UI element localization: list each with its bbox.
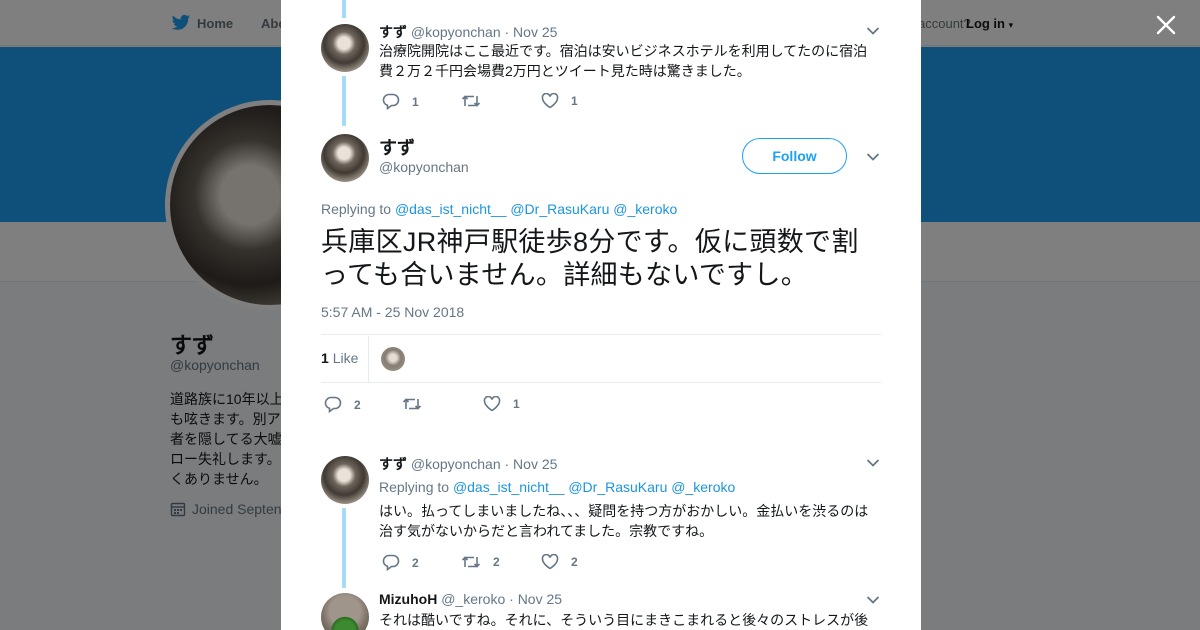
divider bbox=[321, 382, 881, 383]
thread-line bbox=[342, 0, 346, 18]
mention-link[interactable]: @Dr_RasuKaru bbox=[510, 201, 609, 217]
replying-to: Replying to @das_ist_nicht__ @Dr_RasuKar… bbox=[379, 479, 735, 495]
tweet-date[interactable]: · Nov 25 bbox=[505, 24, 558, 40]
reply-icon bbox=[382, 554, 400, 571]
thread-line bbox=[342, 76, 346, 126]
reply-count: 1 bbox=[412, 94, 419, 109]
mention-link[interactable]: @_keroko bbox=[613, 201, 677, 217]
like-button[interactable]: 1 bbox=[541, 93, 578, 109]
reply-count: 2 bbox=[412, 555, 419, 570]
reply-button[interactable]: 2 bbox=[324, 396, 361, 413]
reply-count: 2 bbox=[354, 397, 361, 412]
tweet-date[interactable]: · Nov 25 bbox=[509, 591, 562, 607]
mention-link[interactable]: @_keroko bbox=[671, 479, 735, 495]
replying-to-label: Replying to bbox=[379, 479, 450, 495]
reply-icon bbox=[382, 93, 400, 110]
reply-button[interactable]: 1 bbox=[382, 93, 419, 110]
replying-to: Replying to @das_ist_nicht__ @Dr_RasuKar… bbox=[321, 201, 677, 217]
close-icon[interactable] bbox=[1152, 11, 1180, 39]
like-count: 2 bbox=[571, 555, 578, 569]
tweet-author-handle[interactable]: @_keroko bbox=[441, 591, 505, 607]
mention-link[interactable]: @Dr_RasuKaru bbox=[568, 479, 667, 495]
like-button[interactable]: 2 bbox=[541, 554, 578, 570]
tweet-author-handle[interactable]: @kopyonchan bbox=[411, 24, 501, 40]
like-count: 1 bbox=[571, 94, 578, 108]
retweet-button[interactable] bbox=[461, 93, 493, 109]
tweet-author-handle[interactable]: @kopyonchan bbox=[411, 456, 501, 472]
like-button[interactable]: 1 bbox=[483, 396, 520, 412]
retweet-icon bbox=[461, 95, 481, 107]
avatar[interactable] bbox=[321, 456, 369, 504]
mention-link[interactable]: @das_ist_nicht__ bbox=[453, 479, 565, 495]
divider bbox=[368, 336, 369, 382]
heart-icon bbox=[483, 396, 501, 412]
avatar[interactable] bbox=[321, 24, 369, 72]
divider bbox=[321, 334, 881, 335]
avatar[interactable] bbox=[321, 134, 369, 182]
retweet-button[interactable]: 2 bbox=[461, 554, 500, 570]
main-tweet-timestamp[interactable]: 5:57 AM - 25 Nov 2018 bbox=[321, 304, 464, 320]
tweet-text: 治療院開院はここ最近です。宿泊は安いビジネスホテルを利用してたのに宿泊費２万２千… bbox=[379, 43, 868, 79]
tweet-text: それは酷いですね。それに、そういう目にまきこまれると後々のストレスが後 bbox=[379, 612, 869, 628]
tweet-modal: すず @kopyonchan · Nov 25 治療院開院はここ最近です。宿泊は… bbox=[281, 0, 921, 630]
like-count: 1 bbox=[513, 397, 520, 411]
tweet-header: すず @kopyonchan · Nov 25 bbox=[379, 454, 557, 474]
replying-to-label: Replying to bbox=[321, 201, 392, 217]
reply-button[interactable]: 2 bbox=[382, 554, 419, 571]
chevron-down-icon[interactable] bbox=[866, 26, 880, 36]
heart-icon bbox=[541, 93, 559, 109]
chevron-down-icon[interactable] bbox=[866, 595, 880, 605]
retweet-icon bbox=[402, 398, 422, 410]
avatar[interactable] bbox=[321, 593, 369, 630]
chevron-down-icon[interactable] bbox=[866, 458, 880, 468]
main-tweet-text: 兵庫区JR神戸駅徒歩8分です。仮に頭数で割っても合いません。詳細もないですし。 bbox=[321, 227, 859, 290]
retweet-icon bbox=[461, 556, 481, 568]
thread-line bbox=[342, 508, 346, 588]
tweet-text: はい。払ってしまいましたね、、、疑問を持つ方がおかしい。金払いを渋るのは治す気が… bbox=[379, 503, 869, 539]
chevron-down-icon[interactable] bbox=[866, 152, 880, 162]
retweet-button[interactable] bbox=[402, 396, 434, 412]
follow-button[interactable]: Follow bbox=[742, 138, 847, 174]
main-tweet-author-name[interactable]: すず bbox=[379, 134, 415, 160]
retweet-count: 2 bbox=[493, 555, 500, 569]
heart-icon bbox=[541, 554, 559, 570]
tweet-author-name[interactable]: すず bbox=[379, 24, 407, 40]
main-tweet-author-handle[interactable]: @kopyonchan bbox=[379, 159, 469, 175]
likes-summary-label: Like bbox=[332, 350, 359, 366]
mention-link[interactable]: @das_ist_nicht__ bbox=[395, 201, 507, 217]
likes-summary-count: 1 bbox=[321, 350, 329, 366]
tweet-header: MizuhoH @_keroko · Nov 25 bbox=[379, 591, 562, 607]
liker-avatar[interactable] bbox=[381, 347, 405, 371]
reply-icon bbox=[324, 396, 342, 413]
tweet-author-name[interactable]: すず bbox=[379, 456, 407, 472]
likes-summary[interactable]: 1 Like bbox=[321, 350, 358, 366]
tweet-header: すず @kopyonchan · Nov 25 bbox=[379, 22, 557, 42]
tweet-date[interactable]: · Nov 25 bbox=[505, 456, 558, 472]
tweet-author-name[interactable]: MizuhoH bbox=[379, 591, 437, 607]
